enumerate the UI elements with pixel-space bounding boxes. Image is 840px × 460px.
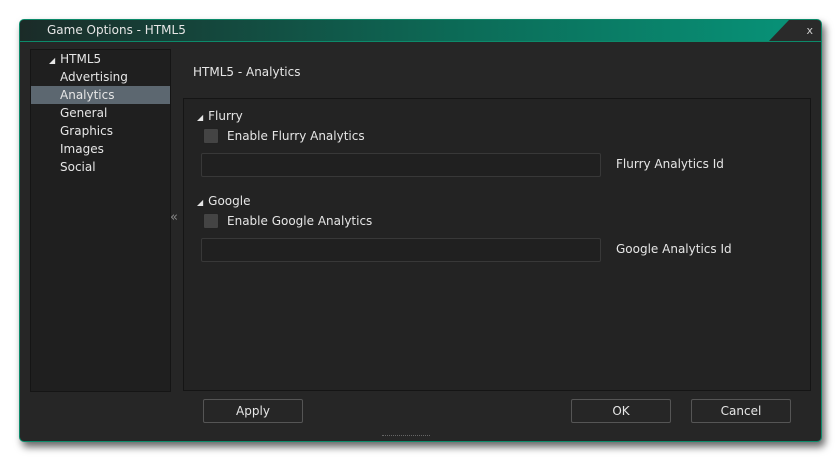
checkbox-box[interactable] <box>203 213 219 229</box>
ok-button[interactable]: OK <box>571 399 671 423</box>
tree-item-social[interactable]: Social <box>31 158 170 176</box>
close-button[interactable]: x <box>769 20 821 41</box>
cancel-button[interactable]: Cancel <box>691 399 791 423</box>
main-panel: HTML5 - Analytics ◢ Flurry Enable Flurry … <box>183 49 811 391</box>
collapse-sidebar-icon[interactable]: « <box>170 210 178 225</box>
checkbox-label: Enable Google Analytics <box>227 214 373 228</box>
tree-item-analytics[interactable]: Analytics <box>31 86 170 104</box>
flurry-id-label: Flurry Analytics Id <box>616 157 724 171</box>
title-bar[interactable]: Game Options - HTML5 x <box>20 20 821 42</box>
tree-node-label: HTML5 <box>60 52 102 66</box>
section-label: Flurry <box>208 109 243 123</box>
checkbox-box[interactable] <box>203 128 219 144</box>
page-title: HTML5 - Analytics <box>193 65 301 79</box>
resize-grip[interactable] <box>382 435 430 439</box>
settings-panel: ◢ Flurry Enable Flurry Analytics Flurry A… <box>183 98 811 391</box>
options-tree: ◢ HTML5 Advertising Analytics General Gra… <box>30 49 171 392</box>
tree-item-images[interactable]: Images <box>31 140 170 158</box>
tree-item-advertising[interactable]: Advertising <box>31 68 170 86</box>
expand-triangle-icon[interactable]: ◢ <box>197 198 203 207</box>
tree-node-html5[interactable]: ◢ HTML5 <box>31 50 170 68</box>
section-label: Google <box>208 194 251 208</box>
google-id-input[interactable] <box>201 238 601 262</box>
tree-item-general[interactable]: General <box>31 104 170 122</box>
window-title: Game Options - HTML5 <box>47 23 186 37</box>
expand-triangle-icon[interactable]: ◢ <box>197 113 203 122</box>
expand-triangle-icon[interactable]: ◢ <box>49 56 55 65</box>
enable-google-checkbox[interactable]: Enable Google Analytics <box>203 213 372 229</box>
tree-item-graphics[interactable]: Graphics <box>31 122 170 140</box>
apply-button[interactable]: Apply <box>203 399 303 423</box>
section-google[interactable]: ◢ Google <box>197 194 250 208</box>
game-options-window: Game Options - HTML5 x ◢ HTML5 Advertisin… <box>19 19 822 442</box>
section-flurry[interactable]: ◢ Flurry <box>197 109 243 123</box>
enable-flurry-checkbox[interactable]: Enable Flurry Analytics <box>203 128 365 144</box>
checkbox-label: Enable Flurry Analytics <box>227 129 365 143</box>
google-id-label: Google Analytics Id <box>616 242 732 256</box>
flurry-id-input[interactable] <box>201 153 601 177</box>
